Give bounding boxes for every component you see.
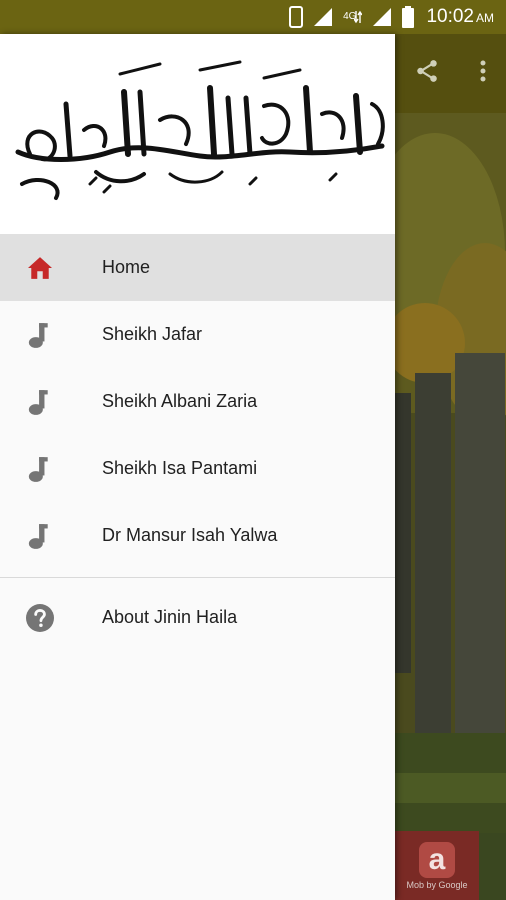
signal-icon <box>313 7 333 27</box>
menu-item-about[interactable]: About Jinin Haila <box>0 584 395 651</box>
menu-label-dr-mansur-isah-yalwa: Dr Mansur Isah Yalwa <box>102 525 278 545</box>
background-toolbar <box>395 34 506 113</box>
menu-label-sheikh-isa-pantami: Sheikh Isa Pantami <box>102 458 258 478</box>
menu-item-sheikh-albani-zaria[interactable]: Sheikh Albani Zaria <box>0 368 395 435</box>
home-icon <box>0 256 102 280</box>
more-vert-icon[interactable] <box>479 58 487 89</box>
status-bar: 4G 10:02 AM <box>0 0 506 34</box>
background-app: a Mob by Google <box>395 34 506 900</box>
menu-item-home[interactable]: Home <box>0 234 395 301</box>
share-icon[interactable] <box>414 58 440 89</box>
menu-item-sheikh-isa-pantami[interactable]: Sheikh Isa Pantami <box>0 435 395 502</box>
status-time: 10:02 AM <box>426 6 494 27</box>
menu-label-sheikh-jafar: Sheikh Jafar <box>102 324 203 344</box>
music-note-icon <box>0 522 102 550</box>
ad-caption: Mob by Google <box>406 879 468 890</box>
ad-logo: a <box>419 841 455 878</box>
menu-label-sheikh-albani-zaria: Sheikh Albani Zaria <box>102 391 258 411</box>
signal-icon-2 <box>372 7 392 27</box>
background-image <box>395 113 506 900</box>
menu-label-home: Home <box>102 257 151 277</box>
music-note-icon <box>0 388 102 416</box>
menu-item-sheikh-jafar[interactable]: Sheikh Jafar <box>0 301 395 368</box>
bismillah-calligraphy-logo <box>15 60 385 200</box>
network-type-icon: 4G <box>343 9 363 25</box>
music-note-icon <box>0 321 102 349</box>
music-note-icon <box>0 455 102 483</box>
help-icon <box>0 603 102 632</box>
menu-item-dr-mansur-isah-yalwa[interactable]: Dr Mansur Isah Yalwa <box>0 502 395 569</box>
battery-icon <box>402 6 415 28</box>
menu-divider <box>0 577 395 578</box>
phone-icon <box>289 6 304 28</box>
drawer-header <box>0 34 395 234</box>
ad-banner[interactable]: a Mob by Google <box>395 831 479 900</box>
drawer-menu: Home Sheikh Jafar Sheikh Albani Zaria Sh… <box>0 234 395 651</box>
navigation-drawer: Home Sheikh Jafar Sheikh Albani Zaria Sh… <box>0 34 395 900</box>
menu-label-about: About Jinin Haila <box>102 607 238 627</box>
